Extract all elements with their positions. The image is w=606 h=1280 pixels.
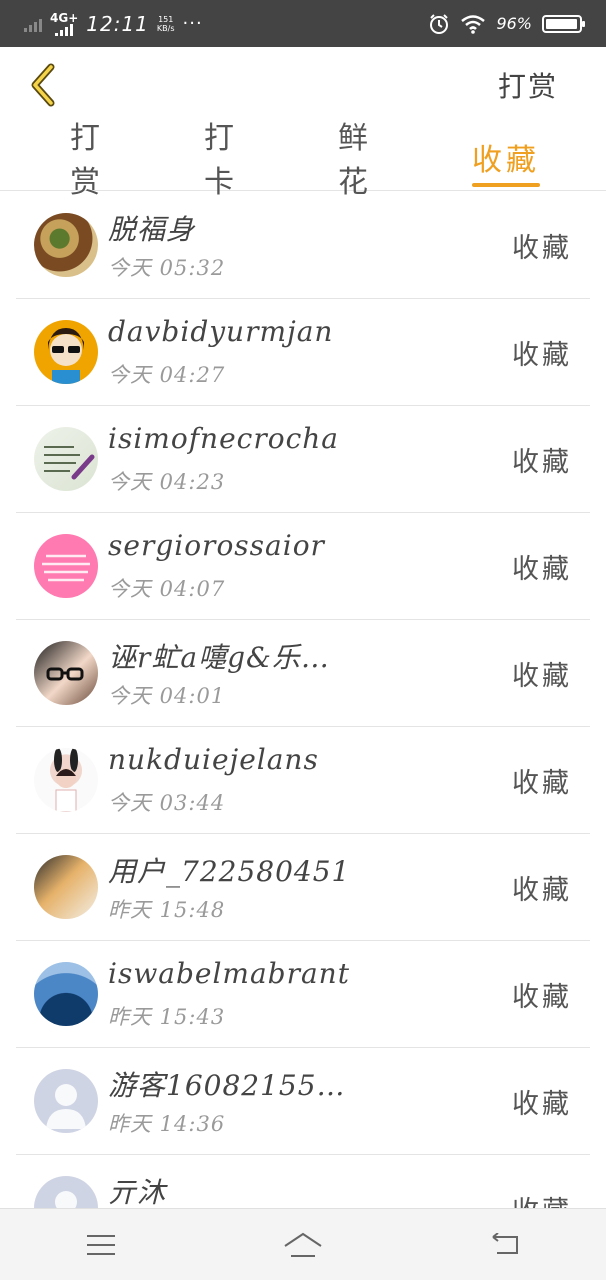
bunny-ears-portrait-icon xyxy=(54,748,78,812)
list-item[interactable]: 诬r虻a嚏g&乐… 今天 04:01 收藏 xyxy=(16,620,590,727)
signal-strength-icon xyxy=(55,23,74,36)
cartoon-face-icon xyxy=(48,328,84,384)
list-item[interactable]: 脱福身 今天 05:32 收藏 xyxy=(16,192,590,299)
battery-icon xyxy=(542,14,585,33)
alarm-icon xyxy=(430,13,449,34)
tab-checkin[interactable]: 打卡 xyxy=(204,121,268,200)
portrait-glasses-icon xyxy=(46,667,84,681)
tab-label: 鲜花 xyxy=(338,121,372,200)
tab-favorites[interactable]: 收藏 xyxy=(472,123,540,191)
action-label: 收藏 xyxy=(512,233,572,264)
system-nav-bar xyxy=(0,1208,606,1280)
user-name: 脱福身 xyxy=(108,213,196,246)
avatar[interactable] xyxy=(34,962,98,1026)
user-name: 用户_722580451 xyxy=(108,855,351,888)
avatar[interactable] xyxy=(34,855,98,919)
list-item[interactable]: 游客16082155… 昨天 14:36 收藏 xyxy=(16,1048,590,1155)
avatar[interactable] xyxy=(34,641,98,705)
tab-label: 打赏 xyxy=(70,121,104,200)
action-label: 收藏 xyxy=(512,768,572,799)
avatar[interactable] xyxy=(34,534,98,598)
action-label: 收藏 xyxy=(512,554,572,585)
back-button[interactable] xyxy=(22,60,62,110)
text-graphic-icon xyxy=(42,554,90,582)
timestamp: 今天 03:44 xyxy=(108,791,226,815)
user-name: 亓沐 xyxy=(108,1176,167,1209)
list-item[interactable]: iswabelmabrant 昨天 15:43 收藏 xyxy=(16,941,590,1048)
list-item[interactable]: 用户_722580451 昨天 15:48 收藏 xyxy=(16,834,590,941)
user-name: 诬r虻a嚏g&乐… xyxy=(108,641,330,674)
action-label: 收藏 xyxy=(512,875,572,906)
action-label: 收藏 xyxy=(512,982,572,1013)
status-bar: 4G+ 12:11 151 KB/s ··· 96% xyxy=(0,0,606,47)
menu-button[interactable] xyxy=(71,1220,131,1270)
tab-label: 收藏 xyxy=(472,143,540,178)
list-item[interactable]: sergiorossaior 今天 04:07 收藏 xyxy=(16,513,590,620)
clock: 12:11 xyxy=(86,11,149,36)
list-item[interactable]: davbidyurmjan 今天 04:27 收藏 xyxy=(16,299,590,406)
timestamp: 今天 05:32 xyxy=(108,256,226,280)
tab-bar: 打赏 打卡 鲜花 收藏 xyxy=(0,121,606,200)
home-icon xyxy=(284,1232,322,1257)
favorites-list: 脱福身 今天 05:32 收藏 davbidyurmjan 今天 04:27 收… xyxy=(0,192,606,1262)
avatar[interactable] xyxy=(34,320,98,384)
action-label: 收藏 xyxy=(512,447,572,478)
timestamp: 今天 04:07 xyxy=(108,577,226,601)
active-tab-indicator xyxy=(472,183,540,187)
user-name: davbidyurmjan xyxy=(108,315,334,348)
list-item[interactable]: nukduiejelans 今天 03:44 收藏 xyxy=(16,727,590,834)
user-name: isimofnecrocha xyxy=(108,422,339,455)
timestamp: 今天 04:01 xyxy=(108,684,226,708)
user-name: nukduiejelans xyxy=(108,743,319,776)
tab-reward[interactable]: 打赏 xyxy=(70,121,134,200)
user-name: 游客16082155… xyxy=(108,1069,346,1102)
timestamp: 昨天 15:48 xyxy=(108,898,226,922)
default-user-icon xyxy=(46,1084,86,1129)
more-notifications-icon: ··· xyxy=(182,13,203,34)
network-type: 4G+ xyxy=(50,10,79,25)
battery-percent: 96% xyxy=(496,14,532,33)
chevron-left-icon xyxy=(31,63,55,107)
back-nav-button[interactable] xyxy=(475,1220,535,1270)
reward-button[interactable]: 打赏 xyxy=(498,65,584,105)
action-label: 收藏 xyxy=(512,661,572,692)
list-item[interactable]: isimofnecrocha 今天 04:23 收藏 xyxy=(16,406,590,513)
timestamp: 昨天 14:36 xyxy=(108,1112,226,1136)
home-button[interactable] xyxy=(273,1220,333,1270)
menu-icon xyxy=(87,1234,115,1255)
user-name: iswabelmabrant xyxy=(108,957,350,990)
return-icon xyxy=(492,1232,518,1254)
app-header: 打赏 xyxy=(0,47,606,123)
tab-flowers[interactable]: 鲜花 xyxy=(338,121,402,200)
handwriting-note-icon xyxy=(44,446,95,480)
network-speed: 151 KB/s xyxy=(156,14,175,33)
timestamp: 昨天 15:43 xyxy=(108,1005,226,1029)
avatar[interactable] xyxy=(34,213,98,277)
action-label: 收藏 xyxy=(512,340,572,371)
action-label: 收藏 xyxy=(512,1089,572,1120)
signal-icon xyxy=(24,16,42,32)
avatar[interactable] xyxy=(34,427,98,491)
wifi-icon xyxy=(461,14,486,34)
user-name: sergiorossaior xyxy=(108,529,325,562)
timestamp: 今天 04:23 xyxy=(108,470,226,494)
timestamp: 今天 04:27 xyxy=(108,363,226,387)
avatar[interactable] xyxy=(34,748,98,812)
tab-label: 打卡 xyxy=(204,121,238,200)
avatar[interactable] xyxy=(34,1069,98,1133)
